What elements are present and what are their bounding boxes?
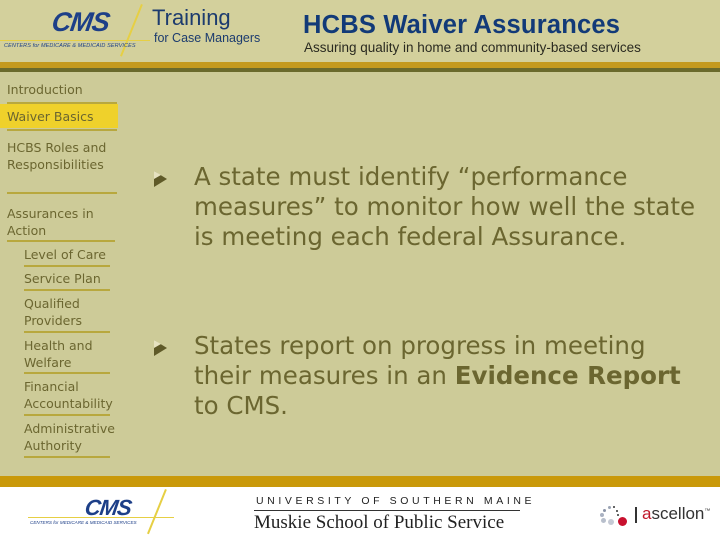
sidebar-item-label: Administrative Authority xyxy=(24,421,115,453)
bullet-text: A state must identify “performance measu… xyxy=(194,162,696,251)
sidebar-item-hcbs-roles[interactable]: HCBS Roles and Responsibilities xyxy=(0,139,122,173)
sidebar-item-label: Level of Care xyxy=(24,247,106,262)
training-title: Training xyxy=(152,5,231,30)
trademark-symbol: ™ xyxy=(704,508,711,515)
cms-logo: CMS CENTERS for MEDICARE & MEDICAID SERV… xyxy=(0,0,150,60)
sidebar-divider xyxy=(7,192,117,194)
sidebar-item-label: HCBS Roles and Responsibilities xyxy=(7,140,107,172)
sidebar-item-qualified-providers[interactable]: Qualified Providers xyxy=(24,295,114,329)
ascellon-dot-icon xyxy=(613,506,615,508)
sidebar-item-label: Introduction xyxy=(7,82,83,97)
sidebar-item-waiver-basics[interactable]: Waiver Basics xyxy=(0,104,118,128)
header-banner: CMS CENTERS for MEDICARE & MEDICAID SERV… xyxy=(0,0,720,62)
course-subtitle: Assuring quality in home and community-b… xyxy=(304,40,641,55)
sidebar-item-introduction[interactable]: Introduction xyxy=(0,81,118,98)
ascellon-dot-icon xyxy=(617,514,619,516)
evidence-report-term: Evidence Report xyxy=(454,361,681,390)
sidebar-item-label: Waiver Basics xyxy=(7,109,94,124)
footer: CMS CENTERS for MEDICARE & MEDICAID SERV… xyxy=(0,487,720,540)
sidebar-nav: Introduction Waiver Basics HCBS Roles an… xyxy=(0,72,135,476)
ascellon-dot-icon xyxy=(608,519,614,525)
cms-logo-tagline: CENTERS for MEDICARE & MEDICAID SERVICES xyxy=(4,43,136,49)
sidebar-divider xyxy=(24,331,110,333)
sidebar-divider xyxy=(7,129,117,131)
sidebar-item-health-and-welfare[interactable]: Health and Welfare xyxy=(24,337,114,371)
sidebar-item-label: Health and Welfare xyxy=(24,338,93,370)
ascellon-rest: scellon xyxy=(651,504,705,523)
sidebar-item-financial-accountability[interactable]: Financial Accountability xyxy=(24,378,134,412)
sidebar-item-label: Qualified Providers xyxy=(24,296,82,328)
sidebar-item-assurances-in-action[interactable]: Assurances in Action xyxy=(0,205,118,239)
sidebar-item-level-of-care[interactable]: Level of Care xyxy=(24,246,124,263)
ascellon-dot-icon xyxy=(616,510,618,512)
cms-logo-wordmark: CMS xyxy=(83,495,133,520)
sidebar-divider xyxy=(24,414,110,416)
ascellon-dot-icon xyxy=(600,513,604,517)
muskie-school-name: Muskie School of Public Service xyxy=(254,512,505,533)
footer-cms-logo: CMS CENTERS for MEDICARE & MEDICAID SERV… xyxy=(22,487,177,540)
ascellon-dot-icon xyxy=(603,509,606,512)
usm-university-name: UNIVERSITY OF SOUTHERN MAINE xyxy=(256,495,536,507)
sidebar-divider xyxy=(7,240,115,242)
cms-logo-wordmark: CMS xyxy=(49,7,112,37)
cms-logo-slash xyxy=(147,489,167,535)
bullet-text: States report on progress in meeting the… xyxy=(194,331,704,421)
sidebar-item-label: Service Plan xyxy=(24,271,101,286)
training-subtitle: for Case Managers xyxy=(154,31,261,45)
sidebar-divider xyxy=(24,456,110,458)
sidebar-item-label: Assurances in Action xyxy=(7,206,94,238)
triangle-bullet-icon xyxy=(154,340,167,356)
ascellon-divider xyxy=(635,507,637,523)
bullet-text-part: to CMS. xyxy=(194,391,288,420)
footer-gold-bar xyxy=(0,476,720,487)
ascellon-dot-icon xyxy=(608,506,611,509)
sidebar-divider xyxy=(24,289,110,291)
sidebar-item-label: Financial Accountability xyxy=(24,379,113,411)
ascellon-wordmark: ascellon™ xyxy=(642,504,710,524)
ascellon-red-dot-icon xyxy=(618,517,627,526)
sidebar-divider xyxy=(24,265,110,267)
sidebar-divider xyxy=(24,372,110,374)
course-title: HCBS Waiver Assurances xyxy=(303,11,621,39)
ascellon-dot-icon xyxy=(601,518,606,523)
triangle-bullet-icon xyxy=(154,171,167,187)
sidebar-item-administrative-authority[interactable]: Administrative Authority xyxy=(24,420,134,454)
cms-logo-tagline: CENTERS for MEDICARE & MEDICAID SERVICES xyxy=(30,520,137,525)
sidebar-item-service-plan[interactable]: Service Plan xyxy=(24,270,124,287)
ascellon-logo: ascellon™ xyxy=(596,503,720,527)
usm-logo-rule xyxy=(254,510,520,511)
